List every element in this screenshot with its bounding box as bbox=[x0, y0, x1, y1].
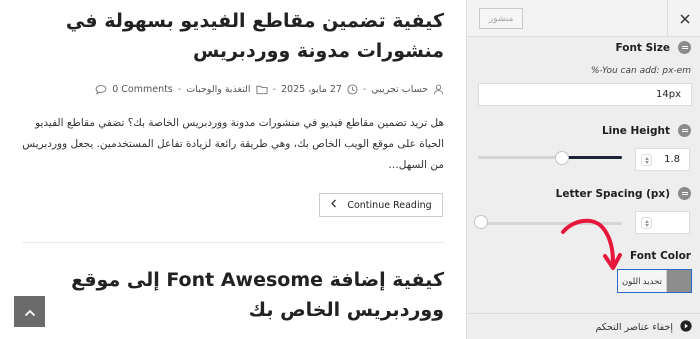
post-category[interactable]: التغذية والوجبات bbox=[186, 84, 250, 95]
font-color-label: Font Color bbox=[629, 250, 691, 262]
customizer-header: منشور bbox=[467, 0, 700, 37]
line-height-label-row: Line Height bbox=[602, 124, 691, 137]
help-icon[interactable] bbox=[678, 187, 691, 200]
play-circle-icon bbox=[680, 320, 692, 335]
post-date: 27 مايو، 2025 bbox=[280, 84, 342, 95]
font-size-input[interactable]: 14px bbox=[478, 83, 692, 106]
continue-reading-button[interactable]: Continue Reading bbox=[319, 193, 443, 217]
hide-controls-label: إخفاء عناصر التحكم bbox=[595, 322, 673, 333]
select-color-button[interactable]: تحديد اللون bbox=[617, 269, 692, 293]
post-2-title[interactable]: كيفية إضافة Font Awesome إلى موقع ووردبر… bbox=[22, 265, 444, 325]
post-author[interactable]: حساب تجريبي bbox=[371, 84, 428, 95]
meta-separator: - bbox=[177, 84, 182, 95]
letter-spacing-label-row: Letter Spacing (px) bbox=[556, 187, 691, 200]
comment-icon bbox=[95, 84, 107, 95]
line-height-label: Line Height bbox=[601, 124, 670, 137]
red-arrow-annotation bbox=[561, 218, 622, 270]
meta-separator: - bbox=[272, 84, 276, 95]
meta-separator: - bbox=[362, 84, 367, 95]
close-customizer-button[interactable] bbox=[667, 0, 700, 37]
chevron-left-icon bbox=[330, 199, 337, 211]
post-1: كيفية تضمين مقاطع الفيديو بسهولة في منشو… bbox=[22, 6, 444, 176]
user-icon bbox=[433, 84, 444, 95]
customizer-footer: إخفاء عناصر التحكم bbox=[467, 313, 700, 339]
font-color-label-row: Font Color bbox=[630, 250, 691, 262]
post-comments[interactable]: 0 Comments bbox=[112, 84, 173, 95]
letter-spacing-slider-thumb[interactable] bbox=[474, 215, 488, 229]
customizer-panel: منشور Font Size %-You can add: px-em 14p… bbox=[466, 0, 700, 339]
select-color-label: تحديد اللون bbox=[618, 270, 667, 292]
help-icon[interactable] bbox=[678, 41, 691, 54]
close-icon bbox=[679, 9, 690, 28]
clock-icon bbox=[347, 84, 358, 95]
font-size-label: Font Size bbox=[615, 41, 670, 54]
font-size-label-row: Font Size bbox=[615, 41, 691, 54]
font-size-hint: %-You can add: px-em bbox=[590, 66, 691, 76]
hide-controls-button[interactable]: إخفاء عناصر التحكم bbox=[595, 320, 692, 335]
scroll-to-top-button[interactable] bbox=[14, 296, 45, 327]
line-height-slider-thumb[interactable] bbox=[554, 151, 569, 165]
number-stepper-icon[interactable] bbox=[641, 217, 652, 229]
post-2: كيفية إضافة Font Awesome إلى موقع ووردبر… bbox=[22, 265, 444, 325]
line-height-slider-fill bbox=[561, 156, 622, 159]
post-divider bbox=[22, 242, 444, 243]
line-height-value: 1.8 bbox=[664, 154, 680, 165]
chevron-up-icon bbox=[24, 302, 36, 321]
continue-reading-label: Continue Reading bbox=[347, 199, 432, 211]
post-1-meta: حساب تجريبي - 27 مايو، 2025 - التغذية وا… bbox=[22, 84, 444, 95]
line-height-input[interactable]: 1.8 bbox=[635, 148, 690, 171]
number-stepper-icon[interactable] bbox=[641, 154, 652, 166]
post-1-title[interactable]: كيفية تضمين مقاطع الفيديو بسهولة في منشو… bbox=[22, 6, 444, 66]
publish-button[interactable]: منشور bbox=[479, 8, 523, 29]
post-1-excerpt: هل تريد تضمين مقاطع فيديو في منشورات مدو… bbox=[22, 117, 444, 171]
letter-spacing-label: Letter Spacing (px) bbox=[555, 187, 670, 200]
folder-icon bbox=[256, 84, 268, 95]
help-icon[interactable] bbox=[678, 124, 691, 137]
site-preview: كيفية تضمين مقاطع الفيديو بسهولة في منشو… bbox=[0, 0, 466, 339]
letter-spacing-input[interactable] bbox=[635, 211, 690, 234]
